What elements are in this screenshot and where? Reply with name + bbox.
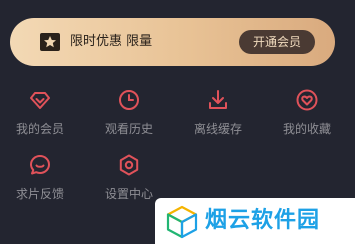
star-badge-icon [40, 33, 60, 51]
menu-item-favorites[interactable]: 我的收藏 [267, 88, 347, 142]
clock-icon [119, 90, 139, 110]
menu-item-membership[interactable]: 我的会员 [0, 88, 80, 142]
menu-item-request-feedback[interactable]: 求片反馈 [0, 153, 80, 207]
menu-item-offline-cache[interactable]: 离线缓存 [178, 88, 258, 142]
menu-item-label: 观看历史 [104, 122, 153, 136]
cube-logo-icon [166, 205, 198, 239]
menu-item-label: 离线缓存 [193, 122, 242, 136]
open-membership-button[interactable]: 开通会员 [239, 30, 315, 54]
heart-icon [296, 89, 318, 111]
feedback-icon [30, 155, 50, 175]
watermark: 烟云软件园 [155, 198, 355, 244]
download-icon [209, 90, 227, 109]
menu-item-history[interactable]: 观看历史 [89, 88, 169, 142]
vip-promo-banner[interactable]: 限时优惠 限量 开通会员 [10, 18, 335, 66]
promo-text: 限时优惠 限量 [70, 34, 153, 49]
watermark-text: 烟云软件园 [205, 208, 321, 233]
settings-icon [119, 154, 139, 176]
menu-item-label: 我的会员 [15, 122, 64, 136]
diamond-icon [30, 92, 50, 109]
menu-item-label: 我的收藏 [282, 122, 331, 136]
menu-item-label: 求片反馈 [15, 187, 64, 201]
